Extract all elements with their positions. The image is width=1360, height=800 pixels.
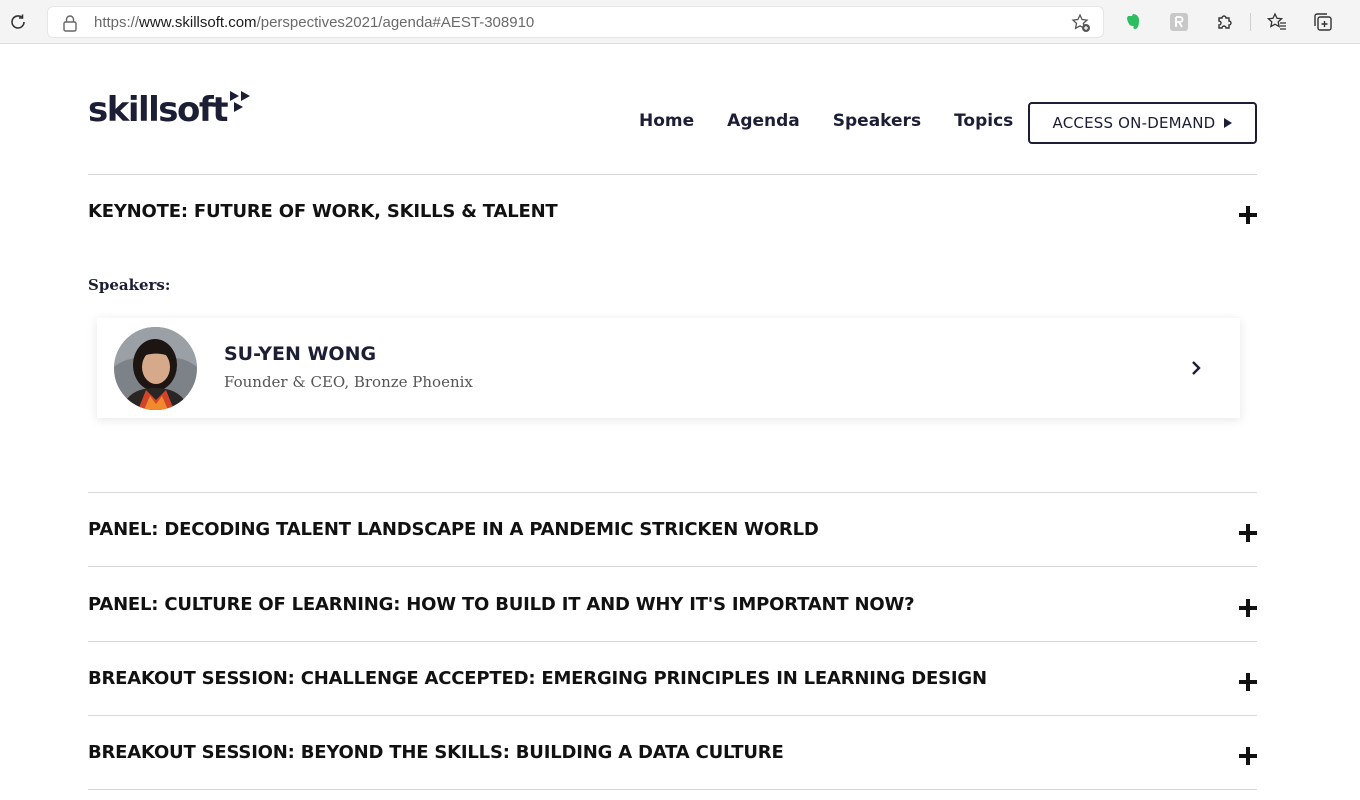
divider [88, 789, 1257, 790]
lock-icon [62, 14, 78, 32]
logo-arrows-icon [229, 90, 255, 117]
session-title-panel-talent[interactable]: PANEL: DECODING TALENT LANDSCAPE IN A PA… [88, 519, 819, 540]
address-bar[interactable]: https://www.skillsoft.com/perspectives20… [47, 6, 1104, 38]
access-on-demand-button[interactable]: ACCESS ON-DEMAND [1028, 102, 1257, 144]
speaker-card[interactable]: SU-YEN WONG Founder & CEO, Bronze Phoeni… [97, 318, 1240, 418]
plus-icon[interactable] [1239, 673, 1257, 691]
nav-agenda[interactable]: Agenda [727, 111, 800, 131]
extension-r-icon[interactable] [1168, 11, 1190, 33]
divider [88, 641, 1257, 642]
favorites-icon[interactable] [1266, 11, 1288, 33]
nav-speakers[interactable]: Speakers [833, 111, 921, 131]
speakers-label: Speakers: [88, 276, 171, 294]
puzzle-icon[interactable] [1214, 11, 1236, 33]
logo-text: skillsoft [88, 90, 228, 130]
star-add-icon[interactable] [1071, 13, 1091, 33]
evernote-icon[interactable] [1122, 11, 1144, 33]
divider [88, 174, 1257, 175]
speaker-name: SU-YEN WONG [224, 343, 377, 365]
cta-label: ACCESS ON-DEMAND [1052, 114, 1216, 132]
url-domain: www.skillsoft.com [139, 14, 257, 31]
plus-icon[interactable] [1239, 206, 1257, 224]
session-title-panel-learning[interactable]: PANEL: CULTURE OF LEARNING: HOW TO BUILD… [88, 594, 915, 615]
nav-topics[interactable]: Topics [954, 111, 1013, 131]
divider [88, 715, 1257, 716]
session-title-breakout-data[interactable]: BREAKOUT SESSION: BEYOND THE SKILLS: BUI… [88, 742, 784, 763]
nav-home[interactable]: Home [639, 111, 694, 131]
chevron-right-icon[interactable] [1190, 359, 1202, 377]
plus-icon[interactable] [1239, 599, 1257, 617]
skillsoft-logo[interactable]: skillsoft [88, 88, 255, 132]
session-title-keynote[interactable]: KEYNOTE: FUTURE OF WORK, SKILLS & TALENT [88, 201, 558, 222]
session-title-breakout-design[interactable]: BREAKOUT SESSION: CHALLENGE ACCEPTED: EM… [88, 668, 987, 689]
main-nav: Home Agenda Speakers Topics [639, 111, 1046, 131]
plus-icon[interactable] [1239, 747, 1257, 765]
reload-icon[interactable] [7, 11, 29, 33]
url-text: https://www.skillsoft.com/perspectives20… [94, 14, 534, 31]
browser-toolbar: https://www.skillsoft.com/perspectives20… [0, 0, 1360, 44]
url-path: /perspectives2021/agenda#AEST-308910 [256, 14, 535, 31]
divider [88, 492, 1257, 493]
collections-icon[interactable] [1312, 11, 1334, 33]
divider [88, 566, 1257, 567]
play-arrow-icon [1224, 118, 1233, 128]
avatar [114, 327, 197, 410]
url-prefix: https:// [94, 14, 140, 31]
plus-icon[interactable] [1239, 524, 1257, 542]
speaker-role: Founder & CEO, Bronze Phoenix [224, 373, 473, 391]
toolbar-divider [1250, 13, 1251, 31]
